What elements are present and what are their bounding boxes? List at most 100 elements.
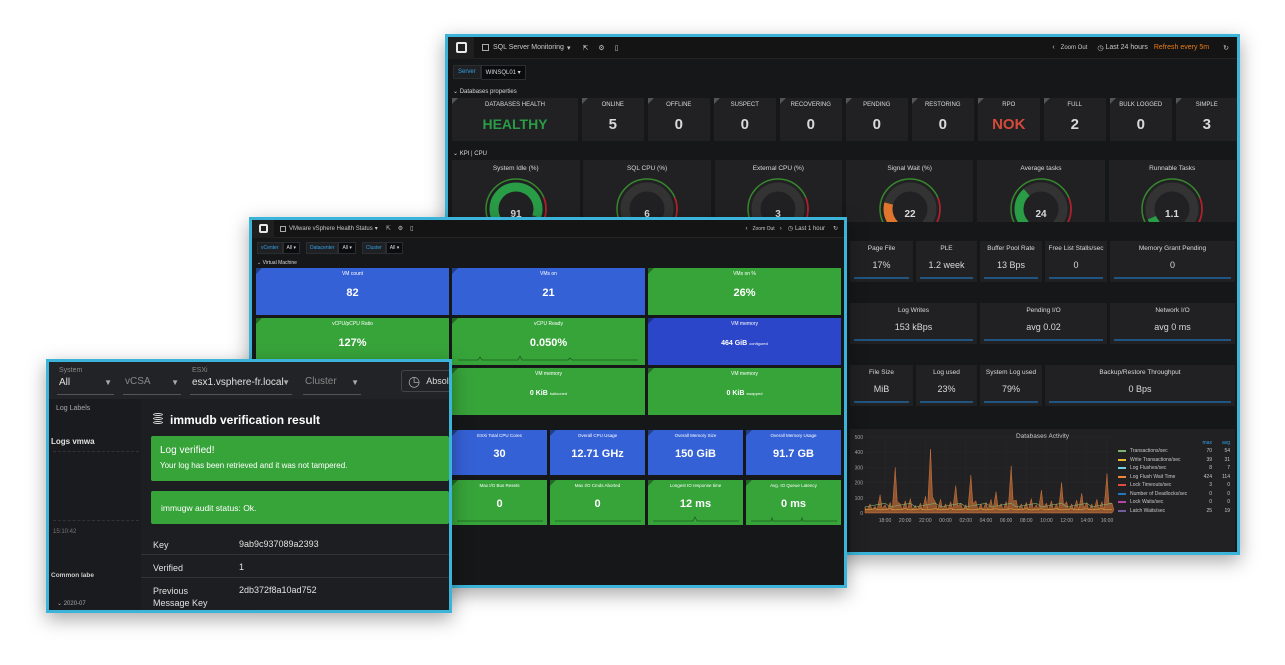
vm-panel-vm-memory-5[interactable]: VM memory 464 GiB configured [648, 318, 841, 365]
io-panel-log-writes[interactable]: Log Writes 153 kBps [850, 303, 977, 344]
memory-panel-page-file[interactable]: Page File 17% [850, 241, 913, 282]
io-panel-network-i-o[interactable]: Network I/O avg 0 ms [1110, 303, 1235, 344]
time-range-picker[interactable]: ◷ Last 1 hour [788, 225, 825, 233]
grafana-logo[interactable] [252, 220, 274, 238]
absolute-time-button[interactable]: ◷ Absolu [401, 370, 449, 392]
gear-icon[interactable]: ⚙ [398, 225, 403, 232]
stat-panel-recovering[interactable]: RECOVERING 0 [779, 98, 842, 141]
vm-panel-vm-memory-7[interactable]: VM memory 0 KiB ballooned [452, 368, 645, 415]
variable-vcenter[interactable]: vCenter All ▾ [257, 242, 300, 254]
stat-panel-pending[interactable]: PENDING 0 [845, 98, 908, 141]
log-panel-log-used[interactable]: Log used 23% [916, 365, 977, 406]
save-icon[interactable]: ▯ [410, 225, 413, 232]
row-virtual-machine[interactable]: ⌄ Virtual Machine [257, 260, 297, 266]
legend-item-lock-waits-sec[interactable]: Lock Waits/sec 0 0 [1118, 498, 1230, 507]
stat-panel-offline[interactable]: OFFLINE 0 [647, 98, 710, 141]
variable-select[interactable]: All ▾ [385, 242, 404, 254]
stat-panel-restoring[interactable]: RESTORING 0 [911, 98, 974, 141]
legend-name: Lock Waits/sec [1130, 499, 1164, 506]
stat-panel-online[interactable]: ONLINE 5 [581, 98, 644, 141]
log-panel-file-size[interactable]: File Size MiB [850, 365, 913, 406]
legend-item-latch-waits-sec[interactable]: Latch Waits/sec 25 19 [1118, 507, 1230, 516]
stat-panel-bulk-logged[interactable]: BULK LOGGED 0 [1109, 98, 1172, 141]
esx-panel-longest-io-response-time[interactable]: Longest IO response time 12 ms [648, 480, 743, 525]
esx-panel-overall-memory-usage[interactable]: Overall Memory Usage 91.7 GB [746, 430, 841, 475]
gear-icon[interactable]: ⚙ [598, 44, 604, 52]
time-back-icon[interactable]: ‹ [745, 226, 747, 232]
x-tick-label: 22:00 [919, 518, 932, 524]
stat-panel-rpo[interactable]: RPO NOK [977, 98, 1040, 141]
zoom-out-button[interactable]: Zoom Out [752, 226, 774, 232]
filter-system[interactable]: System All ▼ [57, 365, 114, 395]
vm-panel-vcpu-pcpu-ratio-3[interactable]: vCPU/pCPU Ratio 127% [256, 318, 449, 365]
legend-item-lock-timeouts-sec[interactable]: Lock Timeouts/sec 3 0 [1118, 481, 1230, 490]
memory-panel-ple[interactable]: PLE 1.2 week [916, 241, 977, 282]
row-databases-properties[interactable]: ⌄ Databases properties [453, 88, 517, 95]
gauge-panel-average-tasks[interactable]: Average tasks 24 [977, 160, 1105, 222]
log-panel-backup-restore-throughput[interactable]: Backup/Restore Throughput 0 Bps [1045, 365, 1235, 406]
vm-panel-vms-on-1[interactable]: VMs on 21 [452, 268, 645, 315]
dashboard-picker[interactable]: SQL Server Monitoring ▾ [482, 44, 570, 52]
esx-panel-esxi-total-cpu-cores[interactable]: ESXi Total CPU Cores 30 [452, 430, 547, 475]
log-labels-link[interactable]: Log Labels [56, 405, 90, 412]
filter-esxi[interactable]: ESXi esx1.vsphere-fr.local ▼ [190, 365, 292, 395]
vm-panel-vms-on-2[interactable]: VMs on % 26% [648, 268, 841, 315]
stat-panel-databases-health[interactable]: DATABASES HEALTH HEALTHY [452, 98, 578, 141]
legend-item-number-of-deadlocks-sec[interactable]: Number of Deadlocks/sec 0 0 [1118, 490, 1230, 499]
time-forward-icon[interactable]: › [780, 226, 782, 232]
variable-datacenter[interactable]: Datacenter All ▾ [305, 242, 356, 254]
memory-panel-free-list-stalls-sec[interactable]: Free List Stalls/sec 0 [1045, 241, 1107, 282]
dashboard-picker[interactable]: VMware vSphere Health Status ▾ [280, 225, 378, 232]
zoom-out-button[interactable]: Zoom Out [1061, 45, 1088, 51]
esx-panel-overall-memory-size[interactable]: Overall Memory Size 150 GiB [648, 430, 743, 475]
panel-value: 17% [872, 260, 891, 270]
esx-panel-avg-io-queue-latency[interactable]: Avg. IO Queue Latency 0 ms [746, 480, 841, 525]
refresh-icon[interactable]: ↻ [833, 225, 838, 232]
esx-panel-max-i-o-bus-resets[interactable]: Max I/O Bus Resets 0 [452, 480, 547, 525]
time-range-picker[interactable]: ◷ Last 24 hours [1097, 44, 1148, 52]
esx-panel-value: 91.7 GB [773, 448, 814, 460]
time-back-icon[interactable]: ‹ [1052, 44, 1054, 51]
refresh-interval[interactable]: Refresh every 5m [1154, 44, 1209, 51]
vm-panel-vm-memory-8[interactable]: VM memory 0 KiB swapped [648, 368, 841, 415]
legend-item-log-flushes-sec[interactable]: Log Flushes/sec 8 7 [1118, 464, 1230, 473]
databases-activity-legend: max avg Transactions/sec 70 54 Write Transact… [1118, 439, 1230, 515]
save-icon[interactable]: ▯ [615, 44, 619, 52]
row-kpi-cpu[interactable]: ⌄ KPI | CPU [453, 150, 487, 157]
gauge-panel-runnable-tasks[interactable]: Runnable Tasks 1.1 [1108, 160, 1236, 222]
panel-sparkline [854, 277, 909, 279]
legend-item-write-transactions-sec[interactable]: Write Transactions/sec 39 31 [1118, 456, 1230, 465]
variable-cluster[interactable]: Cluster All ▾ [361, 242, 404, 254]
gauge-dial: 24 [1010, 178, 1072, 222]
gauge-panel-signal-wait[interactable]: Signal Wait (%) 22 [845, 160, 974, 222]
esx-panel-overall-cpu-usage[interactable]: Overall CPU Usage 12.71 GHz [550, 430, 645, 475]
variable-select[interactable]: All ▾ [338, 242, 356, 254]
panel-title: System Log used [985, 369, 1037, 376]
share-icon[interactable]: ⇱ [582, 44, 588, 52]
grafana-logo[interactable] [448, 37, 474, 59]
memory-panel-buffer-pool-rate[interactable]: Buffer Pool Rate 13 Bps [980, 241, 1042, 282]
sidebar-date-row[interactable]: ⌄ 2020-07 [57, 600, 86, 607]
stat-panel-suspect[interactable]: SUSPECT 0 [713, 98, 776, 141]
filter-vcsa[interactable]: vCSA ▼ [123, 365, 181, 395]
gauge-panel-sql-cpu[interactable]: SQL CPU (%) 6 [583, 160, 711, 222]
gauge-panel-system-idle[interactable]: System Idle (%) 91 [452, 160, 580, 222]
panel-value: 0 [1169, 260, 1175, 270]
filter-cluster[interactable]: Cluster ▼ [303, 365, 361, 395]
variable-select[interactable]: All ▾ [282, 242, 300, 254]
esx-panel-max-i-o-cmds-aborted[interactable]: Max I/O Cmds Aborted 0 [550, 480, 645, 525]
stat-panel-full[interactable]: FULL 2 [1043, 98, 1106, 141]
memory-panel-memory-grant-pending[interactable]: Memory Grant Pending 0 [1110, 241, 1235, 282]
vm-panel-vcpu-ready-4[interactable]: vCPU Ready 0.050% [452, 318, 645, 365]
gauge-panel-external-cpu[interactable]: External CPU (%) 3 [714, 160, 843, 222]
refresh-icon[interactable]: ↻ [1223, 44, 1229, 52]
stat-panel-simple[interactable]: SIMPLE 3 [1175, 98, 1237, 141]
server-variable-select[interactable]: WINSQL01 ▾ [480, 64, 526, 80]
vm-panel-vm-count-0[interactable]: VM count 82 [256, 268, 449, 315]
io-panel-pending-i-o[interactable]: Pending I/O avg 0.02 [980, 303, 1107, 344]
legend-item-transactions-sec[interactable]: Transactions/sec 70 54 [1118, 447, 1230, 456]
panel-title: Log used [933, 369, 960, 376]
share-icon[interactable]: ⇱ [386, 225, 391, 232]
legend-item-log-flush-wait-time[interactable]: Log Flush Wait Time 424 114 [1118, 473, 1230, 482]
log-panel-system-log-used[interactable]: System Log used 79% [980, 365, 1042, 406]
